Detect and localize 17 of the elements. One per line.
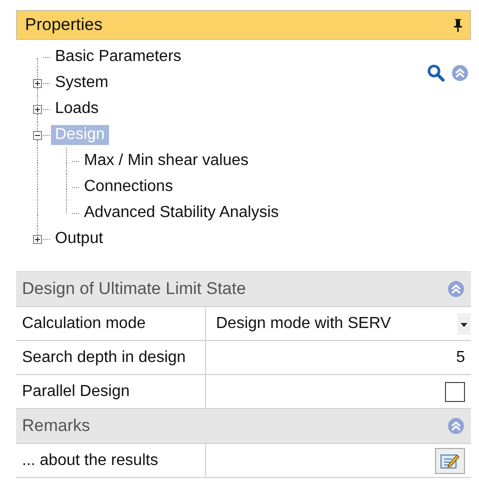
number-field[interactable]: 5 [206, 341, 471, 375]
section-title: Remarks [22, 416, 90, 436]
property-label: Search depth in design [16, 341, 206, 375]
section-title: Design of Ultimate Limit State [22, 279, 246, 299]
tree-item[interactable]: Connections [80, 177, 177, 197]
property-label: Calculation mode [16, 307, 206, 341]
tree-item[interactable]: System [51, 73, 112, 93]
property-label: ... about the results [16, 444, 206, 478]
tree-item[interactable]: Output [51, 229, 108, 249]
tree-item[interactable]: Max / Min shear values [80, 151, 253, 171]
tree-item[interactable]: Advanced Stability Analysis [80, 203, 283, 223]
panel-title: Properties [25, 15, 102, 35]
section-header[interactable]: Design of Ultimate Limit State [16, 272, 471, 307]
tree-item[interactable]: Loads [51, 99, 103, 119]
section-header[interactable]: Remarks [16, 409, 471, 444]
tree-item[interactable]: Basic Parameters [51, 47, 186, 67]
dropdown-field[interactable]: Design mode with SERV [206, 307, 471, 341]
